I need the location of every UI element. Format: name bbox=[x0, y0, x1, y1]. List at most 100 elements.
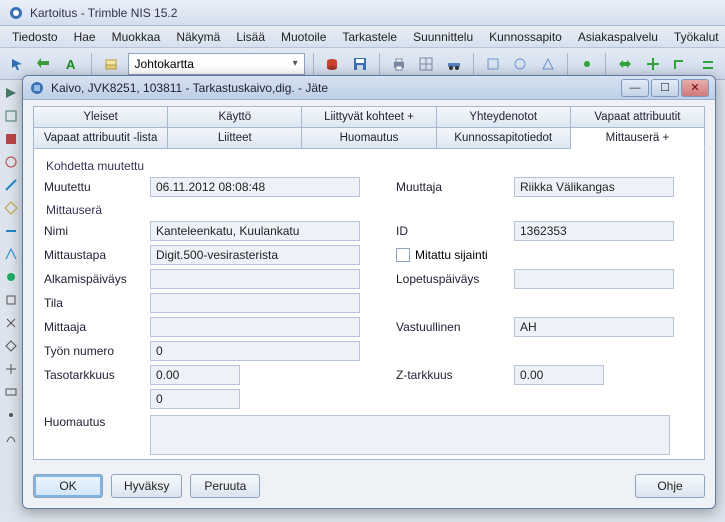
label-vastuullinen: Vastuullinen bbox=[396, 320, 506, 334]
menu-tarkastele[interactable]: Tarkastele bbox=[334, 27, 405, 47]
app-title: Kartoitus - Trimble NIS 15.2 bbox=[30, 6, 177, 20]
field-lopetuspaivays bbox=[514, 269, 674, 289]
side-tool-10-icon[interactable] bbox=[1, 290, 21, 310]
side-tool-15-icon[interactable] bbox=[1, 405, 21, 425]
return-icon[interactable] bbox=[34, 53, 56, 75]
field-huomautus[interactable] bbox=[150, 415, 670, 455]
side-tool-16-icon[interactable] bbox=[1, 428, 21, 448]
svg-text:A: A bbox=[66, 57, 76, 71]
tab-liittyvat-kohteet[interactable]: Liittyvät kohteet + bbox=[302, 106, 436, 128]
label-mitattu-sijainti: Mitattu sijainti bbox=[415, 248, 488, 262]
chevron-down-icon: ▾ bbox=[293, 58, 298, 69]
tab-yleiset[interactable]: Yleiset bbox=[33, 106, 168, 128]
accept-button[interactable]: Hyväksy bbox=[111, 474, 182, 498]
menu-hae[interactable]: Hae bbox=[66, 27, 104, 47]
tab-kunnossapitotiedot[interactable]: Kunnossapitotiedot bbox=[437, 128, 571, 149]
menu-kunnossapito[interactable]: Kunnossapito bbox=[481, 27, 570, 47]
side-toolbar bbox=[0, 80, 22, 451]
map-select[interactable]: Johtokartta ▾ bbox=[128, 53, 305, 75]
label-mittaustapa: Mittaustapa bbox=[44, 248, 142, 262]
dialog-buttons: OK Hyväksy Peruuta Ohje bbox=[23, 466, 715, 508]
side-tool-9-icon[interactable] bbox=[1, 267, 21, 287]
save-icon[interactable] bbox=[349, 53, 371, 75]
dialog-icon bbox=[29, 80, 45, 96]
side-tool-7-icon[interactable] bbox=[1, 221, 21, 241]
corner-icon[interactable] bbox=[670, 53, 692, 75]
print-icon[interactable] bbox=[388, 53, 410, 75]
label-huomautus: Huomautus bbox=[44, 415, 142, 429]
close-button[interactable]: ✕ bbox=[681, 79, 709, 97]
menu-asiakaspalvelu[interactable]: Asiakaspalvelu bbox=[570, 27, 666, 47]
side-tool-12-icon[interactable] bbox=[1, 336, 21, 356]
side-tool-2-icon[interactable] bbox=[1, 106, 21, 126]
field-muuttaja: Riikka Välikangas bbox=[514, 177, 674, 197]
tab-yhteydenotot[interactable]: Yhteydenotot bbox=[437, 106, 571, 128]
field-extra-zero: 0 bbox=[150, 389, 240, 409]
offset-icon[interactable] bbox=[697, 53, 719, 75]
layers-icon[interactable] bbox=[100, 53, 122, 75]
minimize-button[interactable]: ― bbox=[621, 79, 649, 97]
field-tyon-numero: 0 bbox=[150, 341, 360, 361]
field-muutettu: 06.11.2012 08:08:48 bbox=[150, 177, 360, 197]
checkbox-icon bbox=[396, 248, 410, 262]
side-tool-6-icon[interactable] bbox=[1, 198, 21, 218]
menu-muokkaa[interactable]: Muokkaa bbox=[104, 27, 169, 47]
side-tool-4-icon[interactable] bbox=[1, 152, 21, 172]
tab-vapaat-attribuutit-lista[interactable]: Vapaat attribuutit -lista bbox=[33, 128, 168, 149]
dialog-titlebar[interactable]: Kaivo, JVK8251, 103811 - Tarkastuskaivo,… bbox=[23, 76, 715, 100]
label-muuttaja: Muuttaja bbox=[396, 180, 506, 194]
tool3-icon[interactable] bbox=[537, 53, 559, 75]
side-tool-11-icon[interactable] bbox=[1, 313, 21, 333]
side-tool-3-icon[interactable] bbox=[1, 129, 21, 149]
tabs-row-2: Vapaat attribuutit -lista Liitteet Huoma… bbox=[33, 128, 705, 149]
tab-mittausera[interactable]: Mittauserä + bbox=[571, 128, 705, 149]
map-select-label: Johtokartta bbox=[135, 57, 194, 71]
text-a-icon[interactable]: A bbox=[61, 53, 83, 75]
tool1-icon[interactable] bbox=[482, 53, 504, 75]
side-tool-5-icon[interactable] bbox=[1, 175, 21, 195]
label-lopetuspaivays: Lopetuspäiväys bbox=[396, 272, 506, 286]
maximize-button[interactable]: ☐ bbox=[651, 79, 679, 97]
field-vastuullinen: AH bbox=[514, 317, 674, 337]
tabs-row-1: Yleiset Käyttö Liittyvät kohteet + Yhtey… bbox=[33, 106, 705, 128]
field-z-tarkkuus: 0.00 bbox=[514, 365, 604, 385]
car-icon[interactable] bbox=[443, 53, 465, 75]
app-titlebar: Kartoitus - Trimble NIS 15.2 bbox=[0, 0, 725, 26]
label-z-tarkkuus: Z-tarkkuus bbox=[396, 368, 506, 382]
cross-icon[interactable] bbox=[642, 53, 664, 75]
tool2-icon[interactable] bbox=[509, 53, 531, 75]
dialog-title: Kaivo, JVK8251, 103811 - Tarkastuskaivo,… bbox=[51, 81, 619, 95]
ok-button[interactable]: OK bbox=[33, 474, 103, 498]
menu-tyokalut[interactable]: Työkalut bbox=[666, 27, 725, 47]
label-tyon-numero: Työn numero bbox=[44, 344, 142, 358]
field-tasotarkkuus: 0.00 bbox=[150, 365, 240, 385]
label-alkamispaivays: Alkamispäiväys bbox=[44, 272, 142, 286]
field-nimi: Kanteleenkatu, Kuulankatu bbox=[150, 221, 360, 241]
menu-lisaa[interactable]: Lisää bbox=[228, 27, 273, 47]
side-tool-14-icon[interactable] bbox=[1, 382, 21, 402]
checkbox-mitattu-sijainti[interactable]: Mitattu sijainti bbox=[396, 248, 488, 262]
help-button[interactable]: Ohje bbox=[635, 474, 705, 498]
label-tila: Tila bbox=[44, 296, 142, 310]
menu-muotoile[interactable]: Muotoile bbox=[273, 27, 334, 47]
field-tila bbox=[150, 293, 360, 313]
dot-icon[interactable] bbox=[576, 53, 598, 75]
side-tool-1-icon[interactable] bbox=[1, 83, 21, 103]
arrow-lr-icon[interactable] bbox=[614, 53, 636, 75]
menu-tiedosto[interactable]: Tiedosto bbox=[4, 27, 66, 47]
side-tool-8-icon[interactable] bbox=[1, 244, 21, 264]
tab-kaytto[interactable]: Käyttö bbox=[168, 106, 302, 128]
tab-huomautus[interactable]: Huomautus bbox=[302, 128, 436, 149]
cancel-button[interactable]: Peruuta bbox=[190, 474, 260, 498]
grid-icon[interactable] bbox=[416, 53, 438, 75]
tab-liitteet[interactable]: Liitteet bbox=[168, 128, 302, 149]
section-kohdetta-muutettu: Kohdetta muutettu bbox=[44, 155, 694, 175]
select-arrow-icon[interactable] bbox=[6, 53, 28, 75]
menu-suunnittelu[interactable]: Suunnittelu bbox=[405, 27, 481, 47]
side-tool-13-icon[interactable] bbox=[1, 359, 21, 379]
section-mittausera: Mittauserä bbox=[44, 199, 694, 219]
label-tasotarkkuus: Tasotarkkuus bbox=[44, 368, 142, 382]
tab-vapaat-attribuutit[interactable]: Vapaat attribuutit bbox=[571, 106, 705, 128]
db-icon[interactable] bbox=[322, 53, 344, 75]
menu-nakyma[interactable]: Näkymä bbox=[168, 27, 228, 47]
